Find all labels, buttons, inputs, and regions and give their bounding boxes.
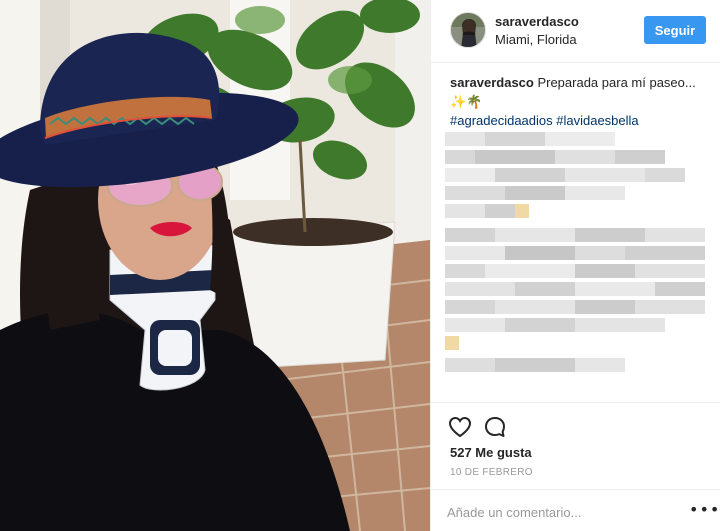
redacted-row bbox=[445, 168, 709, 182]
redacted-row bbox=[445, 358, 709, 372]
caption-emoji: ✨🌴 bbox=[450, 94, 483, 109]
redacted-row bbox=[445, 282, 709, 296]
post-actions: 527 Me gusta 10 DE FEBRERO ••• bbox=[431, 402, 720, 530]
redacted-row bbox=[445, 150, 709, 164]
redacted-row bbox=[445, 300, 709, 314]
post-photo-image bbox=[0, 0, 430, 531]
follow-button[interactable]: Seguir bbox=[644, 16, 706, 44]
redacted-comments bbox=[445, 228, 709, 376]
post-photo[interactable] bbox=[0, 0, 430, 531]
heart-icon[interactable] bbox=[448, 415, 472, 439]
comment-bar: ••• bbox=[431, 489, 720, 531]
redacted-row bbox=[445, 132, 709, 146]
username[interactable]: saraverdasco bbox=[495, 14, 579, 29]
post-details-panel: saraverdasco Miami, Florida Seguir sarav… bbox=[430, 0, 720, 531]
redacted-row bbox=[445, 318, 709, 332]
avatar[interactable] bbox=[450, 12, 486, 48]
redacted-row bbox=[445, 264, 709, 278]
comment-input[interactable] bbox=[447, 502, 667, 522]
redacted-row bbox=[445, 186, 709, 200]
location-link[interactable]: Miami, Florida bbox=[495, 32, 577, 47]
avatar-image bbox=[451, 13, 485, 47]
caption-hashtags[interactable]: #agradecidaadios #lavidaesbella bbox=[450, 111, 710, 130]
more-options-icon[interactable]: ••• bbox=[689, 500, 720, 519]
redacted-row bbox=[445, 228, 709, 242]
post-date: 10 DE FEBRERO bbox=[450, 467, 533, 478]
redacted-row bbox=[445, 336, 709, 350]
redacted-row bbox=[445, 204, 709, 218]
comment-bubble-icon[interactable] bbox=[483, 415, 507, 439]
post-header: saraverdasco Miami, Florida Seguir bbox=[431, 0, 720, 63]
redacted-row bbox=[445, 246, 709, 260]
caption-username[interactable]: saraverdasco bbox=[450, 75, 534, 90]
like-count[interactable]: 527 Me gusta bbox=[450, 445, 532, 460]
redacted-comments bbox=[445, 132, 709, 222]
caption: saraverdasco Preparada para mí paseo... … bbox=[450, 73, 710, 130]
caption-text: Preparada para mí paseo... bbox=[533, 75, 696, 90]
